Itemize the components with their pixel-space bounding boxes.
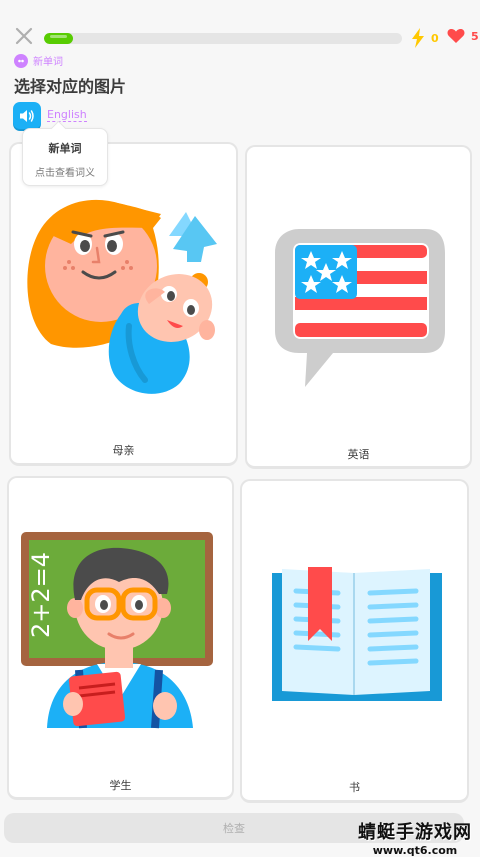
hearts-counter[interactable]: 5 bbox=[447, 28, 479, 44]
energy-count: 0 bbox=[431, 31, 439, 45]
tooltip-hint: 点击查看词义 bbox=[35, 168, 95, 179]
lesson-progress-bar bbox=[44, 33, 402, 44]
svg-text:2+2=4: 2+2=4 bbox=[27, 552, 55, 638]
heart-icon bbox=[447, 28, 465, 43]
energy-counter[interactable]: 0 bbox=[411, 28, 439, 48]
choice-label: 英语 bbox=[347, 448, 370, 461]
word-hint-tooltip: 新单词 点击查看词义 bbox=[22, 128, 108, 186]
choice-label: 学生 bbox=[109, 779, 132, 792]
open-book-illustration bbox=[272, 567, 442, 701]
progress-fill bbox=[44, 33, 73, 44]
new-word-tag-label: 新单词 bbox=[33, 57, 63, 68]
choice-card-book[interactable]: 书 bbox=[240, 479, 469, 803]
choice-label: 母亲 bbox=[112, 444, 135, 457]
choice-label: 书 bbox=[349, 781, 360, 794]
speaker-icon bbox=[20, 109, 34, 122]
site-watermark: 蜻蜓手游戏网 www.qt6.com bbox=[358, 818, 472, 857]
hearts-count: 5 bbox=[471, 29, 479, 43]
top-bar: 0 5 bbox=[0, 0, 480, 80]
choice-card-mother[interactable]: 母亲 bbox=[9, 142, 238, 466]
play-audio-button[interactable] bbox=[13, 102, 41, 129]
challenge-title: 选择对应的图片 bbox=[14, 77, 127, 96]
star-badge-icon bbox=[14, 53, 28, 68]
target-word[interactable]: English bbox=[47, 108, 87, 122]
student-illustration: 2+2=4 bbox=[21, 532, 213, 729]
us-flag-speech-bubble-illustration bbox=[275, 229, 445, 387]
choice-card-student[interactable]: 2+2=4 学生 bbox=[7, 476, 234, 800]
close-icon[interactable] bbox=[14, 26, 34, 46]
lightning-icon bbox=[412, 28, 424, 48]
new-word-tag: 新单词 bbox=[14, 53, 63, 68]
watermark-line1: 蜻蜓手游戏网 bbox=[358, 822, 472, 843]
choice-card-english[interactable]: 英语 bbox=[245, 145, 472, 469]
watermark-line2: www.qt6.com bbox=[372, 844, 458, 857]
tooltip-title: 新单词 bbox=[48, 142, 82, 155]
